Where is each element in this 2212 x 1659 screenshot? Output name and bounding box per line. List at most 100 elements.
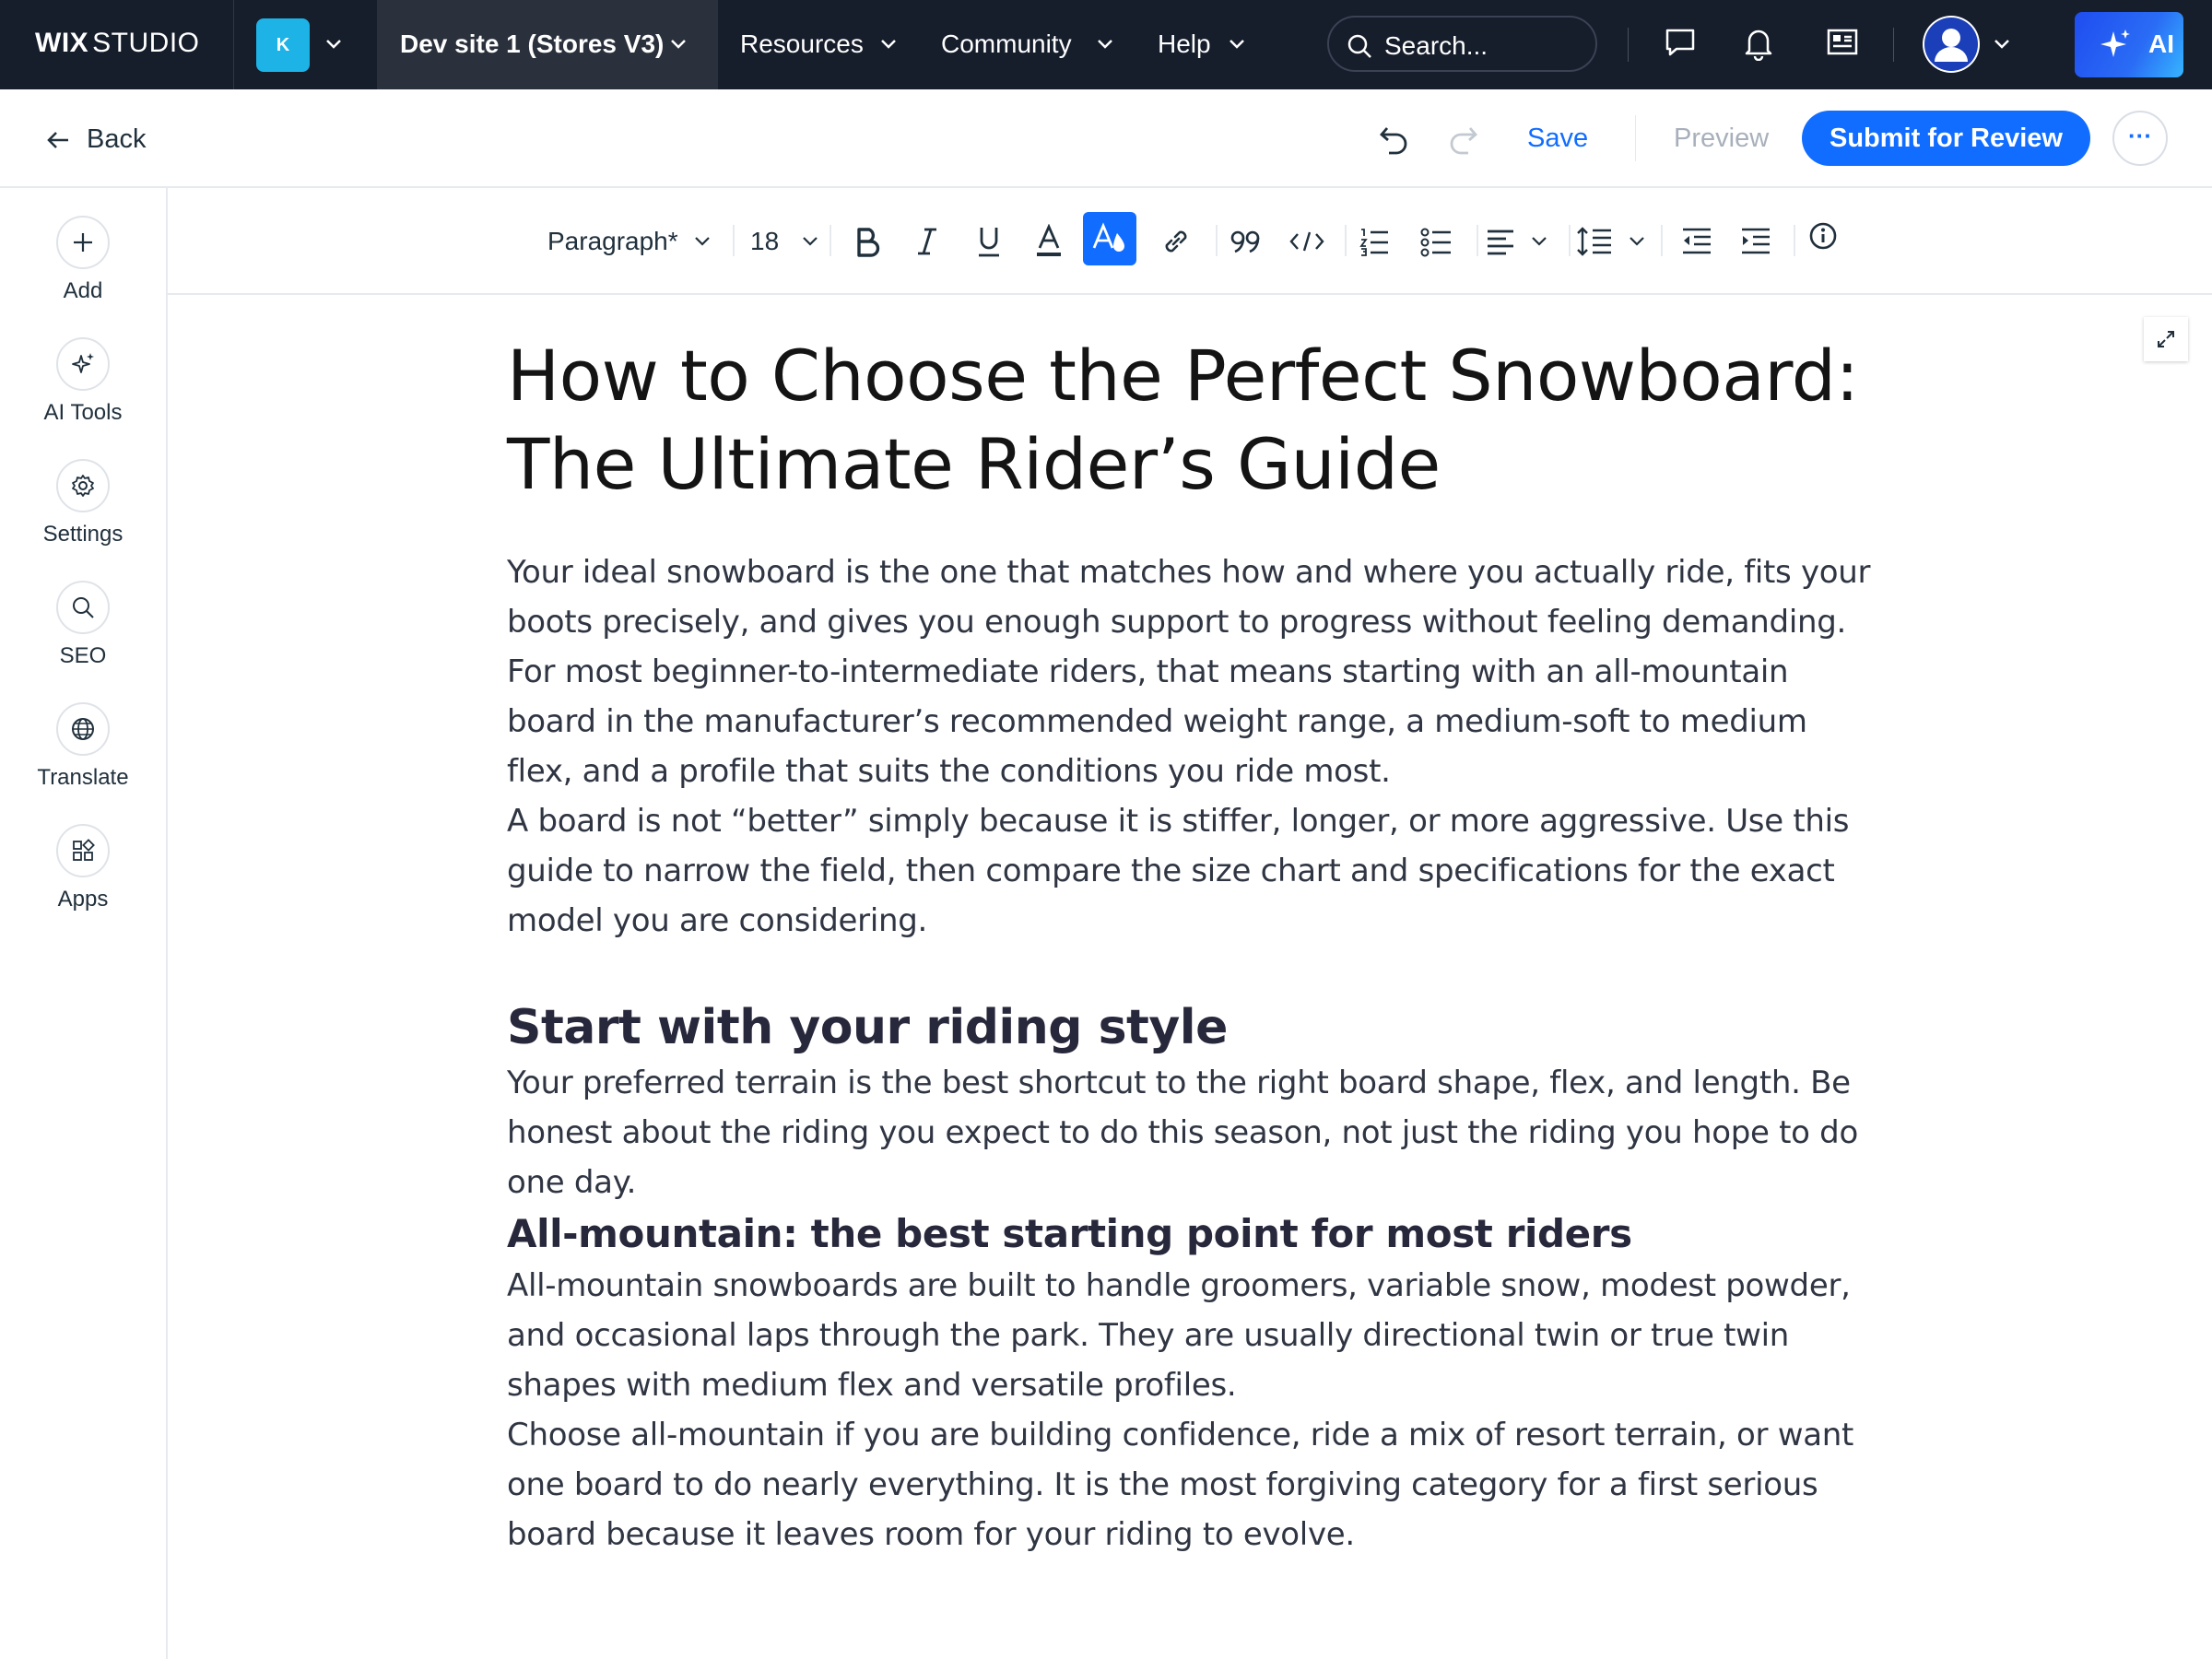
back-label: Back [87,124,147,154]
increase-indent-button[interactable] [1740,188,1771,295]
code-button[interactable] [1288,188,1325,295]
rail-item-ai-tools[interactable]: AI Tools [0,337,166,426]
rail-button[interactable] [56,459,110,512]
search-placeholder: Search... [1384,31,1488,60]
paragraph[interactable]: Your preferred terrain is the best short… [507,1058,1871,1207]
text-color-icon [1037,224,1061,256]
divider [1477,225,1478,256]
ai-button[interactable]: AI [2075,12,2183,77]
alignment-dropdown[interactable] [1486,188,1548,295]
subsection-heading[interactable]: All-mountain: the best starting point fo… [507,1207,1871,1261]
user-avatar[interactable] [1923,16,1980,73]
chevron-down-icon[interactable] [1993,37,2011,52]
more-actions-button[interactable]: ··· [2112,111,2168,166]
gear-icon [72,475,94,497]
line-spacing-icon [1577,227,1611,256]
bold-button[interactable] [853,188,881,295]
info-icon [1809,222,1837,250]
italic-button[interactable] [914,188,940,295]
chevron-down-icon[interactable] [879,37,898,52]
divider [233,0,234,89]
info-button[interactable] [1808,182,1838,289]
chevron-down-icon[interactable] [1228,37,1246,52]
rail-item-translate[interactable]: Translate [0,702,166,791]
chevron-down-icon [803,237,818,246]
rail-button[interactable] [56,581,110,634]
highlight-color-button[interactable] [1083,212,1136,265]
quote-button[interactable] [1230,188,1263,295]
plus-icon [74,233,92,252]
numbered-list-icon [1359,229,1388,256]
rail-item-settings[interactable]: Settings [0,459,166,547]
chevron-down-icon [671,40,686,49]
underline-icon [979,228,999,257]
redo-icon[interactable] [1444,121,1481,158]
quote-icon [1230,230,1260,253]
link-icon [1165,230,1187,253]
chevron-down-icon [1630,237,1644,246]
article-title[interactable]: How to Choose the Perfect Snowboard: The… [507,332,1871,509]
bell-icon[interactable] [1742,26,1775,61]
rail-label: Apps [57,887,109,912]
bold-icon [857,228,880,257]
save-button[interactable]: Save [1527,124,1588,154]
chat-icon[interactable] [1664,26,1697,59]
rail-item-apps[interactable]: Apps [0,824,166,912]
code-icon [1289,231,1324,252]
rail-item-seo[interactable]: SEO [0,581,166,669]
arrow-left-icon [47,131,68,148]
article-editor[interactable]: How to Choose the Perfect Snowboard: The… [507,332,1871,1559]
paragraph[interactable]: All-mountain snowboards are built to han… [507,1261,1871,1410]
paragraph[interactable]: A board is not “better” simply because i… [507,796,1871,946]
highlight-color-icon [1092,222,1124,252]
decrease-indent-icon [1683,228,1711,254]
chevron-down-icon[interactable] [324,37,343,52]
nav-resources[interactable]: Resources [740,29,864,59]
wix-studio-logo[interactable]: WIX STUDIO [35,28,200,62]
paragraph-style-dropdown[interactable]: Paragraph* [547,188,712,295]
decrease-indent-button[interactable] [1681,188,1712,295]
font-size-value: 18 [750,227,780,255]
expand-icon [2158,331,2174,347]
rail-label: AI Tools [43,400,123,425]
submit-for-review-button[interactable]: Submit for Review [1802,111,2090,166]
text-color-button[interactable] [1034,188,1064,295]
site-selector[interactable]: Dev site 1 (Stores V3) [377,0,718,89]
search-input[interactable]: Search... [1327,16,1597,72]
chevron-down-icon [1532,237,1547,246]
workspace-avatar[interactable]: K [256,18,310,72]
expand-button[interactable] [2144,317,2188,361]
nav-help[interactable]: Help [1158,29,1211,59]
divider [1661,225,1663,256]
paragraph[interactable]: Choose all-mountain if you are building … [507,1410,1871,1559]
section-heading[interactable]: Start with your riding style [507,997,1871,1058]
globe-icon [72,718,94,740]
news-icon[interactable] [1826,26,1859,59]
site-name: Dev site 1 (Stores V3) [400,29,665,58]
rail-button[interactable] [56,824,110,877]
chevron-down-icon[interactable] [1096,37,1114,52]
rail-button[interactable] [56,216,110,269]
underline-button[interactable] [975,188,1003,295]
numbered-list-button[interactable] [1359,188,1390,295]
align-left-icon [1488,229,1513,255]
bullet-list-button[interactable] [1419,188,1453,295]
rail-button[interactable] [56,702,110,756]
rail-item-add[interactable]: Add [0,216,166,304]
back-button[interactable]: Back [46,124,146,155]
divider [1794,225,1795,256]
paragraph[interactable]: Your ideal snowboard is the one that mat… [507,547,1871,796]
preview-button[interactable]: Preview [1674,124,1769,154]
undo-icon[interactable] [1376,121,1413,158]
rail-button[interactable] [56,337,110,391]
top-nav: WIX STUDIO K Dev site 1 (Stores V3) Reso… [0,0,2212,89]
apps-icon [73,839,95,861]
nav-community[interactable]: Community [941,29,1072,59]
ai-label: AI [2148,29,2174,58]
line-spacing-dropdown[interactable] [1576,188,1646,295]
rail-label: SEO [59,643,107,668]
font-size-dropdown[interactable]: 18 [750,188,819,295]
increase-indent-icon [1742,228,1770,254]
divider [1628,28,1629,62]
link-button[interactable] [1160,188,1192,295]
